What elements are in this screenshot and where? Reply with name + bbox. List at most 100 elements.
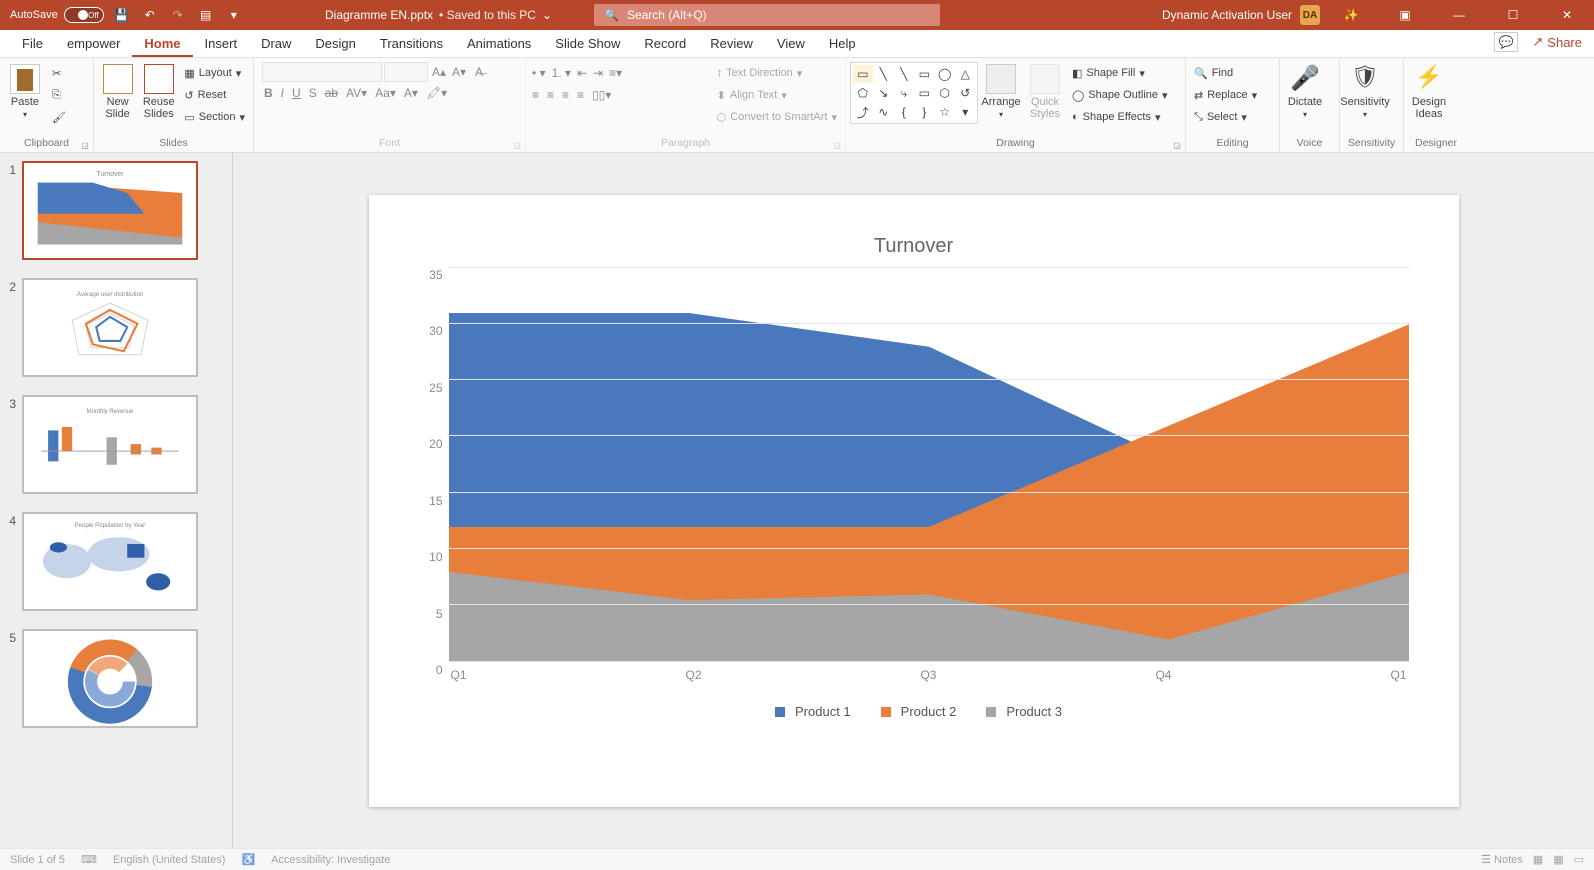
slide-thumbnail-3[interactable]: Monthly Revenue (22, 395, 198, 494)
arrange-button[interactable]: Arrange▾ (980, 62, 1022, 119)
undo-icon[interactable]: ↶ (140, 5, 160, 25)
slide-thumbnail-4[interactable]: People Population by Year (22, 512, 198, 611)
shadow-button[interactable]: ab (325, 86, 338, 100)
shape-textbox-icon[interactable]: ▭ (853, 65, 873, 83)
reuse-slides-button[interactable]: Reuse Slides (139, 62, 178, 120)
highlight-button[interactable]: 🖍▾ (426, 86, 447, 100)
decrease-indent-button[interactable]: ⇤ (577, 66, 587, 80)
slide-thumbnail-2[interactable]: Average user distribution (22, 278, 198, 377)
paste-button[interactable]: Paste ▾ (4, 62, 46, 119)
slide-counter[interactable]: Slide 1 of 5 (10, 854, 65, 866)
comments-button[interactable]: 💬 (1494, 32, 1518, 52)
redo-icon[interactable]: ↷ (168, 5, 188, 25)
format-painter-button[interactable]: 🖌 (48, 106, 70, 128)
save-icon[interactable]: 💾 (112, 5, 132, 25)
quick-styles-button[interactable]: Quick Styles (1024, 62, 1066, 120)
clipboard-dialog-launcher[interactable]: ◲ (79, 139, 91, 151)
tab-slide-show[interactable]: Slide Show (543, 32, 632, 57)
strike-button[interactable]: S (309, 86, 317, 100)
tab-record[interactable]: Record (632, 32, 698, 57)
qat-customize-icon[interactable]: ▾ (224, 5, 244, 25)
align-text-button[interactable]: ⬍Align Text▾ (713, 84, 841, 106)
replace-button[interactable]: ⇄Replace▾ (1190, 84, 1261, 106)
font-size-select[interactable] (384, 62, 428, 82)
select-button[interactable]: ⤡Select▾ (1190, 106, 1261, 128)
user-name[interactable]: Dynamic Activation User (1162, 8, 1292, 22)
tab-view[interactable]: View (765, 32, 817, 57)
italic-button[interactable]: I (281, 86, 284, 100)
justify-button[interactable]: ≡ (577, 88, 584, 102)
chart[interactable]: Turnover 35302520151050 Q1Q2Q3Q4Q1 Produ… (419, 235, 1409, 777)
increase-indent-button[interactable]: ⇥ (593, 66, 603, 80)
from-beginning-icon[interactable]: ▤ (196, 5, 216, 25)
bullets-button[interactable]: • ▾ (532, 66, 546, 80)
tab-draw[interactable]: Draw (249, 32, 303, 57)
find-button[interactable]: 🔍Find (1190, 62, 1261, 84)
notes-button[interactable]: ☰ Notes (1481, 853, 1523, 866)
align-left-button[interactable]: ≡ (532, 88, 539, 102)
tab-design[interactable]: Design (303, 32, 367, 57)
cut-button[interactable]: ✂ (48, 62, 70, 84)
accessibility-status[interactable]: Accessibility: Investigate (271, 854, 390, 866)
increase-font-icon[interactable]: A▴ (430, 65, 448, 79)
tab-review[interactable]: Review (698, 32, 765, 57)
drawing-dialog-launcher[interactable]: ◲ (1171, 139, 1183, 151)
line-spacing-button[interactable]: ≡▾ (609, 66, 622, 80)
close-icon[interactable]: ✕ (1544, 0, 1590, 30)
accessibility-icon[interactable]: ♿ (241, 853, 255, 866)
reading-view-icon[interactable]: ▭ (1574, 853, 1584, 866)
normal-view-icon[interactable]: ▦ (1533, 853, 1543, 866)
ribbon-display-icon[interactable]: ▣ (1382, 0, 1428, 30)
font-dialog-launcher[interactable]: ◲ (511, 139, 523, 151)
font-color-button[interactable]: A▾ (404, 86, 418, 100)
tab-help[interactable]: Help (817, 32, 868, 57)
tab-file[interactable]: File (10, 32, 55, 57)
shape-fill-button[interactable]: ◧Shape Fill▾ (1068, 62, 1172, 84)
numbering-button[interactable]: 1. ▾ (552, 66, 571, 80)
layout-button[interactable]: ▦Layout▾ (180, 62, 249, 84)
underline-button[interactable]: U (292, 86, 301, 100)
design-ideas-button[interactable]: ⚡ Design Ideas (1408, 62, 1450, 120)
slide-thumbnail-1[interactable]: Turnover (22, 161, 198, 260)
slide-canvas[interactable]: Turnover 35302520151050 Q1Q2Q3Q4Q1 Produ… (369, 195, 1459, 807)
document-title[interactable]: Diagramme EN.pptx • Saved to this PC ⌄ (325, 8, 552, 22)
slide-editor[interactable]: Turnover 35302520151050 Q1Q2Q3Q4Q1 Produ… (233, 153, 1594, 848)
slide-thumbnail-5[interactable] (22, 629, 198, 728)
tab-home[interactable]: Home (132, 32, 192, 57)
language-status[interactable]: English (United States) (113, 854, 226, 866)
new-slide-button[interactable]: New Slide (98, 62, 137, 120)
search-input[interactable]: 🔍 Search (Alt+Q) (594, 4, 940, 26)
sorter-view-icon[interactable]: ▦ (1553, 853, 1563, 866)
tab-transitions[interactable]: Transitions (368, 32, 455, 57)
tab-insert[interactable]: Insert (193, 32, 250, 57)
section-button[interactable]: ▭Section▾ (180, 106, 249, 128)
autosave-toggle[interactable]: AutoSave Off (10, 7, 104, 23)
copy-button[interactable]: ⎘ (48, 84, 70, 106)
minimize-icon[interactable]: — (1436, 0, 1482, 30)
align-center-button[interactable]: ≡ (547, 88, 554, 102)
bold-button[interactable]: B (264, 86, 273, 100)
spellcheck-icon[interactable]: ⌨ (81, 853, 97, 866)
decrease-font-icon[interactable]: A▾ (450, 65, 468, 79)
shape-effects-button[interactable]: ◐Shape Effects▾ (1068, 106, 1172, 128)
maximize-icon[interactable]: ☐ (1490, 0, 1536, 30)
share-button[interactable]: ↗ Share (1526, 32, 1588, 52)
paragraph-dialog-launcher[interactable]: ◲ (831, 139, 843, 151)
user-avatar[interactable]: DA (1300, 5, 1320, 25)
char-spacing-button[interactable]: AV▾ (346, 86, 367, 100)
smartart-button[interactable]: ⬡Convert to SmartArt▾ (713, 106, 841, 128)
coming-soon-icon[interactable]: ✨ (1328, 0, 1374, 30)
clear-format-icon[interactable]: A̶ (470, 65, 488, 79)
sensitivity-button[interactable]: 🛡 Sensitivity▾ (1344, 62, 1386, 119)
shapes-gallery[interactable]: ▭ ╲╲▭◯△ ⬠↘⤷▭⬡↺ ⤴∿{}☆▾ (850, 62, 978, 124)
tab-animations[interactable]: Animations (455, 32, 543, 57)
align-right-button[interactable]: ≡ (562, 88, 569, 102)
shape-outline-button[interactable]: ◯Shape Outline▾ (1068, 84, 1172, 106)
reset-button[interactable]: ↺Reset (180, 84, 249, 106)
dictate-button[interactable]: 🎤 Dictate▾ (1284, 62, 1326, 119)
tab-empower[interactable]: empower (55, 32, 132, 57)
text-direction-button[interactable]: ↕Text Direction▾ (713, 62, 841, 84)
font-family-select[interactable] (262, 62, 382, 82)
change-case-button[interactable]: Aa▾ (375, 86, 396, 100)
columns-button[interactable]: ▯▯▾ (592, 88, 611, 102)
